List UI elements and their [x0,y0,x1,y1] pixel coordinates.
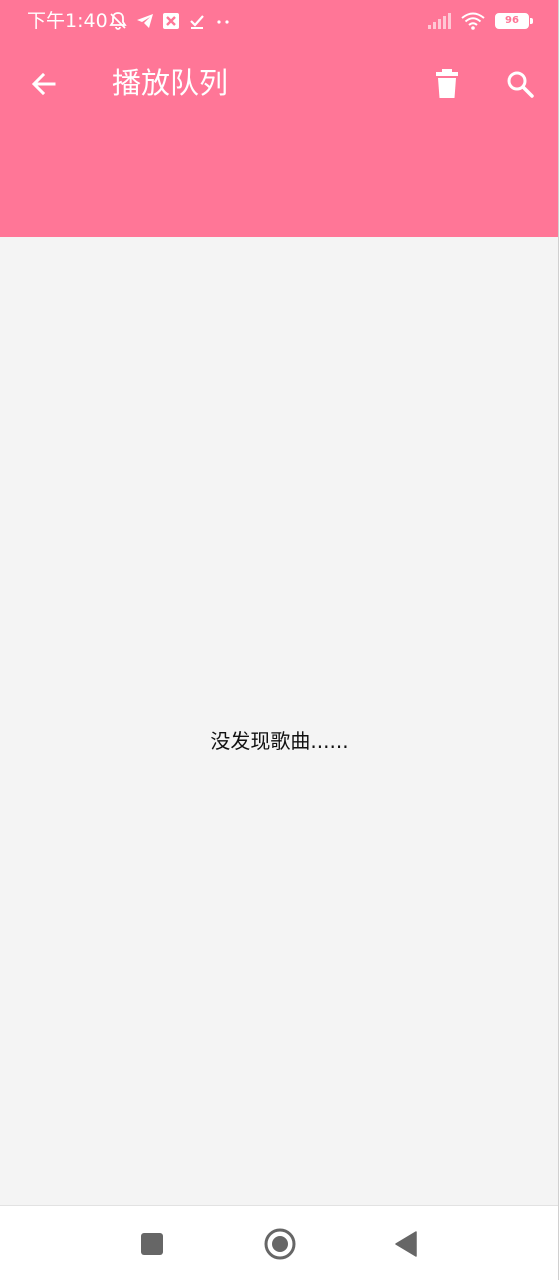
system-navigation-bar [0,1205,559,1280]
queue-list: 没发现歌曲...... [0,237,559,1205]
clear-queue-button[interactable] [423,60,471,108]
telegram-icon [136,12,154,30]
home-button[interactable] [256,1220,304,1268]
back-nav-button[interactable] [382,1220,430,1268]
search-icon [506,70,534,98]
page-title: 播放队列 [112,66,229,100]
search-button[interactable] [496,60,544,108]
notifications-off-icon [108,11,128,31]
trash-icon [435,69,459,99]
empty-queue-message: 没发现歌曲...... [210,729,349,753]
status-time: 下午1:40 [27,10,108,32]
recents-square-icon [140,1232,164,1256]
app-header: 播放队列 [0,42,559,237]
wifi-icon [461,12,485,30]
status-system-icons: 96 [427,9,533,33]
signal-icon [427,13,451,29]
arrow-back-icon [30,70,58,98]
check-download-icon [188,12,206,30]
battery-level: 96 [505,15,519,26]
status-notification-icons [108,9,232,33]
back-triangle-icon [394,1231,418,1257]
home-circle-icon [264,1228,296,1260]
status-bar: 下午1:40 96 [0,0,559,42]
recents-button[interactable] [128,1220,176,1268]
app-x-icon [162,12,180,30]
battery-icon: 96 [495,13,533,29]
more-dots-icon [214,12,232,30]
back-button[interactable] [20,60,68,108]
